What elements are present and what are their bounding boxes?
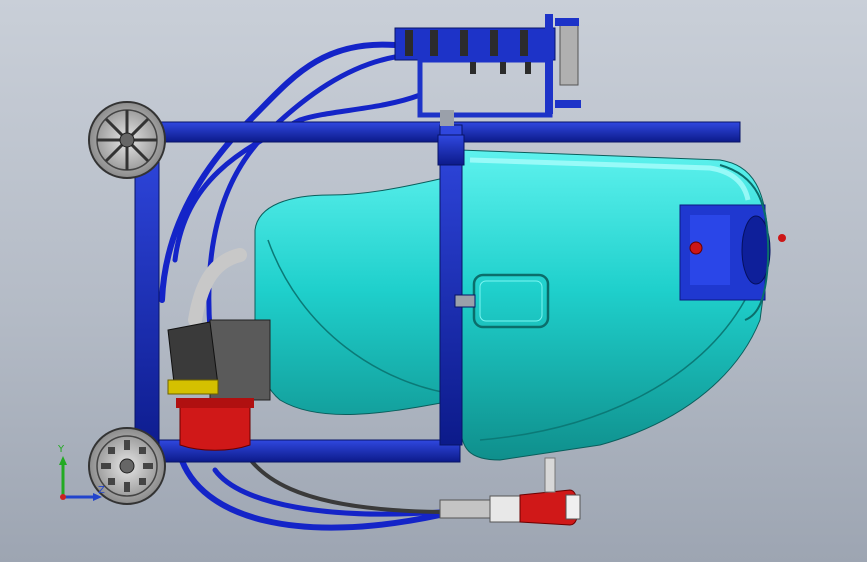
motor-flange [176,398,254,408]
filter-ring [167,379,219,395]
frame-left-post [134,129,160,466]
pump-coil-spring [559,24,579,86]
wheel-top[interactable] [88,101,166,179]
tank-body [254,149,769,461]
hose-lower-inner [212,467,443,517]
nozzle-collar [489,495,521,523]
drain-pipe [544,457,556,493]
nozzle-connector-gray [439,499,491,519]
tank[interactable] [254,149,786,461]
frame-mount-bracket [454,294,476,308]
pump-mount-post [440,110,454,126]
frame-center-post [439,124,463,446]
z-axis-label: Z [98,485,105,496]
frame-top-rail [109,121,741,143]
end-cap-bolt [778,234,786,242]
frame-center-plate [437,134,465,166]
pump-manifold [394,27,556,61]
pump-pipe-stub-top [555,18,579,26]
pump-assembly[interactable] [394,14,581,126]
y-axis-label: Y [57,444,65,455]
cad-viewport[interactable]: Y Z [0,0,867,562]
pump-pipe-stub [555,100,581,108]
origin-icon [60,494,66,500]
motor-body [179,404,251,451]
intake-pipe [188,248,247,327]
end-cap-hub [741,215,771,285]
model-canvas: Y Z [57,14,786,531]
spray-nozzle[interactable] [439,457,581,526]
engine-block [209,319,271,401]
hose-lower-outer [177,452,443,531]
end-cap-indicator [689,241,703,255]
pump-upright-right [545,14,553,114]
nozzle-outlet [565,494,581,520]
